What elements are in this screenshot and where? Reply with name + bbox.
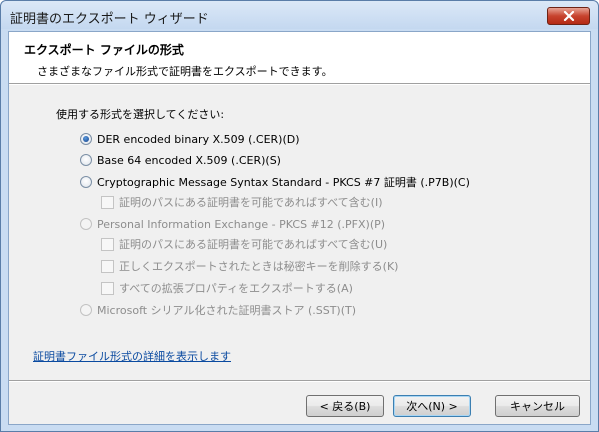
option-sst[interactable]: Microsoft シリアル化された証明書ストア (.SST)(T) — [80, 301, 356, 319]
option-pkcs7-include-chain[interactable]: 証明のパスにある証明書を可能であればすべて含む(I) — [101, 193, 383, 211]
option-der[interactable]: DER encoded binary X.509 (.CER)(D) — [80, 130, 300, 148]
cancel-button[interactable]: キャンセル — [495, 395, 580, 417]
checkbox-delete-private-key[interactable] — [101, 259, 114, 273]
wizard-header: エクスポート ファイルの形式 さまざまなファイル形式で証明書をエクスポートできま… — [9, 32, 590, 83]
radio-pkcs7[interactable] — [80, 176, 92, 188]
window-title: 証明書のエクスポート ウィザード — [10, 12, 209, 27]
title-bar[interactable]: 証明書のエクスポート ウィザード — [1, 1, 598, 29]
option-base64[interactable]: Base 64 encoded X.509 (.CER)(S) — [80, 151, 281, 169]
option-pfx-label: Personal Information Exchange - PKCS #12… — [97, 217, 386, 231]
option-pkcs7-include-chain-label: 証明のパスにある証明書を可能であればすべて含む(I) — [119, 196, 383, 209]
checkbox-pkcs7-include-chain[interactable] — [101, 195, 114, 209]
option-der-label: DER encoded binary X.509 (.CER)(D) — [97, 132, 300, 146]
format-prompt: 使用する形式を選択してください: — [56, 108, 225, 121]
checkbox-export-extended-properties[interactable] — [101, 281, 114, 295]
radio-der[interactable] — [80, 133, 92, 145]
footer-divider — [9, 380, 590, 382]
option-base64-label: Base 64 encoded X.509 (.CER)(S) — [97, 153, 281, 167]
page-title: エクスポート ファイルの形式 — [24, 43, 184, 57]
radio-base64[interactable] — [80, 154, 92, 166]
radio-pfx[interactable] — [80, 218, 92, 230]
wizard-window: 証明書のエクスポート ウィザード エクスポート ファイルの形式 さまざまなファイ… — [0, 0, 599, 432]
option-sst-label: Microsoft シリアル化された証明書ストア (.SST)(T) — [97, 304, 357, 317]
option-export-extended-properties[interactable]: すべての拡張プロパティをエクスポートする(A) — [101, 279, 353, 297]
learn-more-link[interactable]: 証明書ファイル形式の詳細を表示します — [33, 348, 231, 364]
page-subtitle: さまざまなファイル形式で証明書をエクスポートできます。 — [37, 65, 333, 78]
back-button[interactable]: < 戻る(B) — [306, 395, 384, 417]
option-pfx-include-chain[interactable]: 証明のパスにある証明書を可能であればすべて含む(U) — [101, 235, 387, 253]
option-pfx[interactable]: Personal Information Exchange - PKCS #12… — [80, 215, 385, 233]
next-button[interactable]: 次へ(N) > — [393, 395, 471, 417]
close-icon — [563, 11, 574, 21]
option-export-extended-properties-label: すべての拡張プロパティをエクスポートする(A) — [119, 282, 353, 295]
close-button[interactable] — [547, 7, 590, 25]
radio-sst[interactable] — [80, 304, 92, 316]
checkbox-pfx-include-chain[interactable] — [101, 237, 114, 251]
wizard-client-area: エクスポート ファイルの形式 さまざまなファイル形式で証明書をエクスポートできま… — [8, 31, 591, 425]
option-pkcs7[interactable]: Cryptographic Message Syntax Standard - … — [80, 173, 470, 191]
option-pkcs7-label: Cryptographic Message Syntax Standard - … — [97, 176, 470, 189]
option-delete-private-key[interactable]: 正しくエクスポートされたときは秘密キーを削除する(K) — [101, 257, 398, 275]
option-delete-private-key-label: 正しくエクスポートされたときは秘密キーを削除する(K) — [119, 260, 399, 273]
header-divider — [9, 83, 590, 85]
option-pfx-include-chain-label: 証明のパスにある証明書を可能であればすべて含む(U) — [119, 238, 388, 251]
